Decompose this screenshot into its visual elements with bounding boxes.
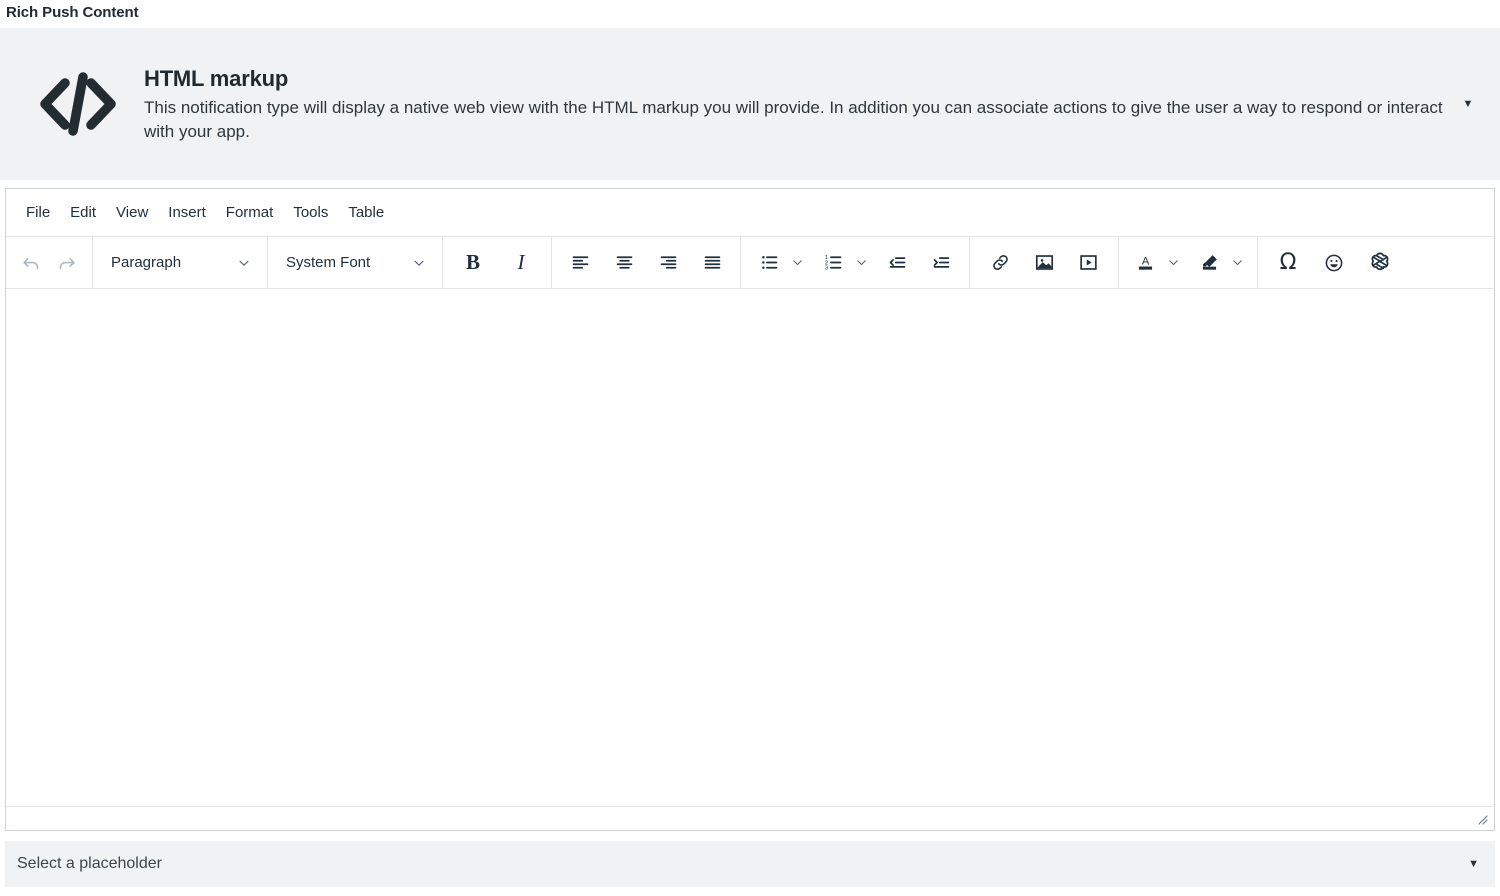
editor-status-bar [6,806,1494,830]
italic-icon: I [517,250,525,274]
notification-type-banner[interactable]: HTML markup This notification type will … [0,28,1500,180]
font-family-value: System Font [286,254,371,271]
chevron-down-icon [412,256,426,270]
editor-content-area[interactable] [6,289,1494,806]
toolbar-group-extras: Ω [1258,237,1410,289]
placeholder-select-value: Select a placeholder [17,855,162,872]
chevron-down-icon: ▼ [1468,858,1479,870]
outdent-icon[interactable] [879,245,915,281]
menu-view[interactable]: View [106,199,158,227]
svg-text:3: 3 [824,266,827,272]
numbered-list-icon[interactable]: 1 2 3 [815,245,851,281]
openai-logo-icon[interactable] [1362,245,1398,281]
bold-icon: B [465,250,480,274]
emoticon-icon[interactable] [1316,245,1352,281]
omega-glyph: Ω [1279,249,1297,275]
svg-text:A: A [1141,256,1149,268]
numbered-list-options-chevron-down-icon[interactable] [851,245,871,281]
toolbar-group-text-style: B I [443,236,552,289]
indent-icon[interactable] [923,245,959,281]
italic-button[interactable]: I [503,245,539,281]
resize-handle-icon[interactable] [1475,812,1489,826]
bullet-list-icon[interactable] [751,245,787,281]
page-title: Rich Push Content [6,4,139,21]
link-icon[interactable] [982,245,1018,281]
redo-icon[interactable] [49,245,85,281]
align-justify-icon[interactable] [694,245,730,281]
toolbar-group-alignment [552,236,741,289]
notification-type-text: HTML markup This notification type will … [132,65,1454,144]
block-format-select[interactable]: Paragraph [99,244,261,282]
bullet-list-options-chevron-down-icon[interactable] [787,245,807,281]
align-right-icon[interactable] [650,245,686,281]
notification-type-title: HTML markup [144,65,289,91]
menu-edit[interactable]: Edit [60,199,106,227]
undo-icon[interactable] [13,245,49,281]
rich-text-editor: File Edit View Insert Format Tools Table [5,188,1495,831]
special-character-icon[interactable]: Ω [1270,245,1306,281]
block-format-value: Paragraph [111,254,182,271]
menu-insert[interactable]: Insert [158,199,216,227]
code-brackets-icon [24,71,132,137]
highlight-color-icon[interactable] [1191,245,1227,281]
text-color-icon[interactable]: A [1127,245,1163,281]
bold-button[interactable]: B [455,245,491,281]
toolbar-group-insert [970,236,1119,289]
media-icon[interactable] [1070,245,1106,281]
menu-table[interactable]: Table [338,199,394,227]
align-left-icon[interactable] [562,245,598,281]
toolbar-group-font-family: System Font [268,236,443,289]
image-icon[interactable] [1026,245,1062,281]
notification-type-description: This notification type will display a na… [144,97,1443,141]
editor-toolbar: Paragraph System Font B I 1 2 3 A Ω [6,236,1494,289]
text-color-chevron-down-icon[interactable] [1163,245,1183,281]
menu-format[interactable]: Format [216,199,284,227]
highlight-color-chevron-down-icon[interactable] [1227,245,1247,281]
toolbar-group-colors: A [1119,236,1258,289]
toolbar-group-history [6,236,93,289]
menu-file[interactable]: File [16,199,60,227]
align-center-icon[interactable] [606,245,642,281]
editor-menubar: File Edit View Insert Format Tools Table [6,189,1494,237]
chevron-down-icon [237,256,251,270]
font-family-select[interactable]: System Font [274,244,436,282]
menu-tools[interactable]: Tools [283,199,338,227]
placeholder-select[interactable]: Select a placeholder ▼ [5,841,1495,887]
toolbar-group-block-format: Paragraph [93,236,268,289]
toolbar-group-lists: 1 2 3 [741,236,970,289]
rich-push-content-panel: Rich Push Content HTML markup This notif… [0,0,1500,896]
chevron-down-icon[interactable]: ▼ [1454,98,1478,110]
